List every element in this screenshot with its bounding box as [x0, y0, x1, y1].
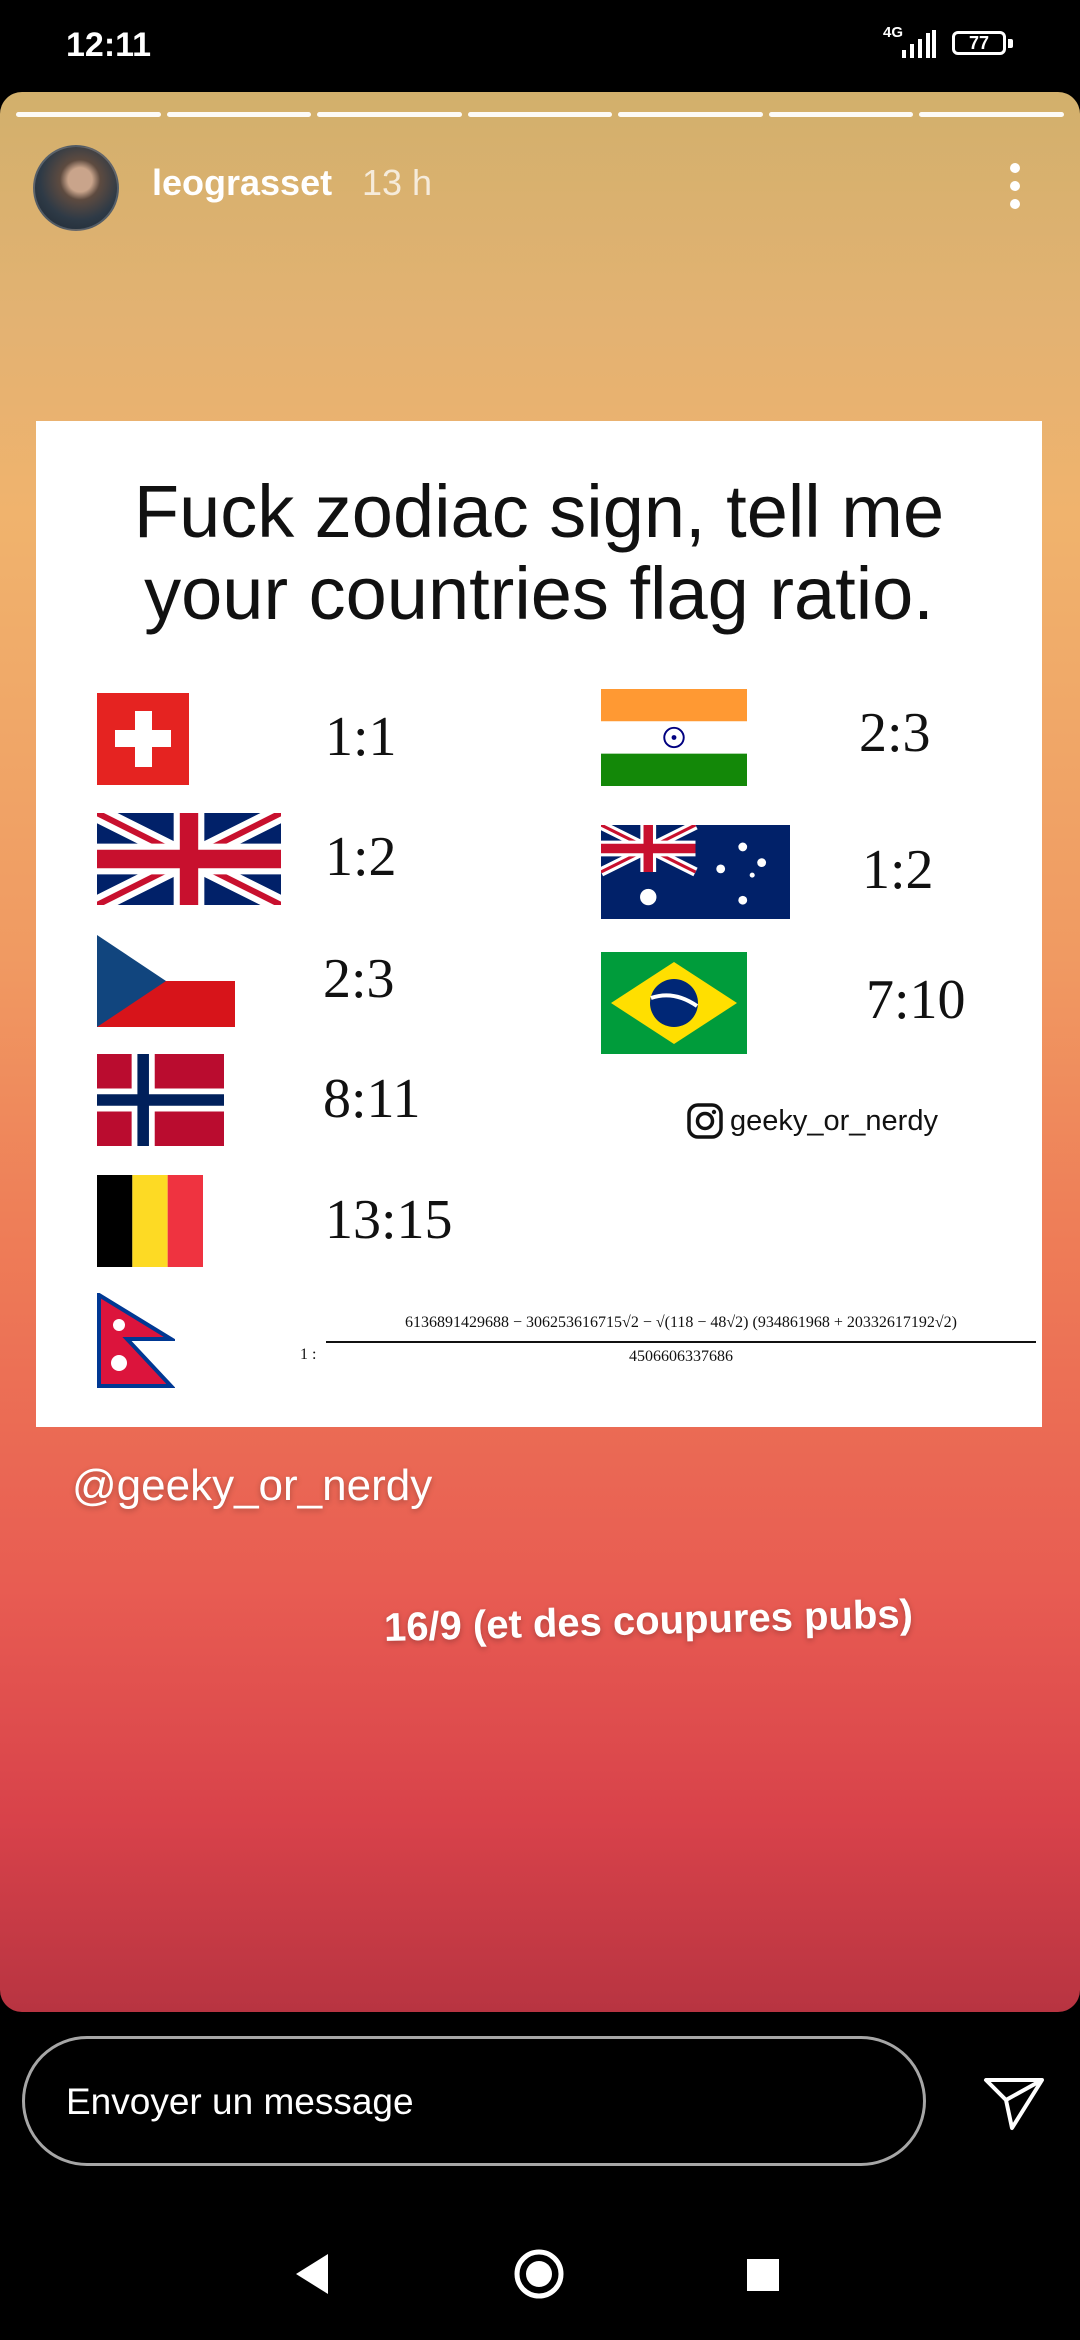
story-progress-bar: [16, 112, 1065, 117]
home-nav-icon[interactable]: [512, 2247, 566, 2301]
progress-segment: [16, 112, 161, 117]
flag-ratio: 13:15: [325, 1189, 453, 1251]
uk-flag: [97, 813, 281, 905]
flag-ratio: 1:2: [325, 826, 397, 888]
flag-ratio: 2:3: [323, 948, 395, 1010]
norway-flag: [97, 1054, 224, 1146]
progress-segment: [919, 112, 1065, 117]
brazil-flag: [601, 952, 747, 1054]
more-options-icon[interactable]: [1000, 158, 1030, 214]
india-flag: [601, 689, 747, 786]
battery-icon: 77: [952, 31, 1016, 59]
switzerland-flag: [97, 693, 189, 785]
belgium-flag: [97, 1175, 203, 1267]
flag-ratio: 2:3: [859, 702, 931, 764]
meme-title-line: Fuck zodiac sign, tell me: [133, 470, 945, 553]
mention-sticker[interactable]: @geeky_or_nerdy: [72, 1461, 432, 1511]
recent-apps-nav-icon[interactable]: [745, 2257, 781, 2293]
progress-segment: [618, 112, 763, 117]
nepal-ratio-prefix: 1 :: [300, 1346, 317, 1363]
meme-title: Fuck zodiac sign, tell me your countries…: [36, 471, 1042, 635]
story-username[interactable]: leograsset: [152, 162, 332, 204]
meme-title-line: your countries flag ratio.: [144, 552, 934, 635]
flag-ratio: 8:11: [323, 1068, 421, 1130]
meme-handle: geeky_or_nerdy: [730, 1104, 938, 1137]
meme-watermark: geeky_or_nerdy: [686, 1098, 938, 1144]
flag-ratio: 7:10: [866, 969, 966, 1031]
australia-flag: [601, 825, 790, 919]
fraction-bar: [326, 1341, 1036, 1343]
progress-segment: [166, 112, 312, 117]
message-placeholder: Envoyer un message: [66, 2081, 414, 2122]
nepal-flag: [97, 1293, 175, 1388]
story-time-ago: 13 h: [362, 162, 433, 203]
send-icon[interactable]: [982, 2070, 1046, 2134]
progress-segment: [467, 112, 613, 117]
flag-ratio: 1:1: [325, 706, 397, 768]
progress-segment: [317, 112, 462, 117]
back-nav-icon[interactable]: [292, 2252, 332, 2296]
signal-icon: [902, 30, 936, 58]
flag-ratio: 1:2: [862, 839, 934, 901]
battery-level: 77: [952, 31, 1006, 55]
instagram-icon: [687, 1103, 723, 1139]
progress-segment: [768, 112, 914, 117]
nepal-ratio-numerator: 6136891429688 − 306253616715√2 − √(118 −…: [405, 1314, 957, 1331]
network-type-label: 4G: [883, 24, 904, 41]
avatar[interactable]: [33, 145, 119, 231]
status-time: 12:11: [66, 26, 152, 64]
czech-flag: [97, 935, 235, 1027]
nepal-ratio-denominator: 4506606337686: [629, 1348, 733, 1365]
story-image: Fuck zodiac sign, tell me your countries…: [36, 421, 1042, 1427]
